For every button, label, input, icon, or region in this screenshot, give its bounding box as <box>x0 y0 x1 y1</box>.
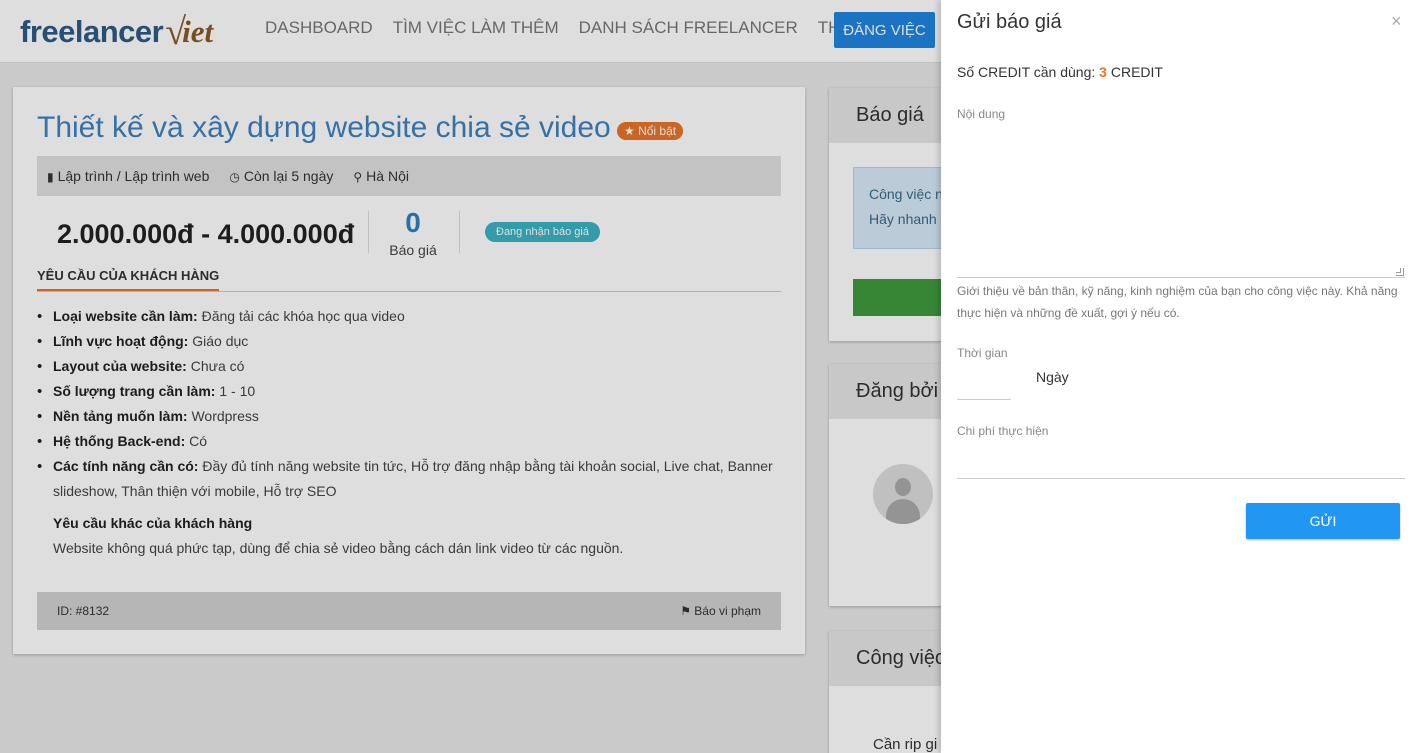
avatar-head-shape <box>895 478 911 496</box>
job-footer: ID: #8132 ⚑ Báo vi phạm <box>37 592 781 630</box>
nav-find-jobs[interactable]: TÌM VIỆC LÀM THÊM <box>393 18 559 38</box>
bid-count-label: Báo giá <box>389 242 437 258</box>
list-item: Hệ thống Back-end: Có <box>37 429 777 454</box>
close-icon[interactable]: × <box>1391 11 1402 31</box>
remaining-text: Còn lại 5 ngày <box>243 168 334 184</box>
job-detail-card: Thiết kế và xây dựng website chia sẻ vid… <box>13 87 805 654</box>
req-value: 1 - 10 <box>219 383 256 399</box>
divider <box>459 211 460 253</box>
report-label: Báo vi phạm <box>694 604 761 618</box>
remaining-meta: ◷ Còn lại 5 ngày <box>229 168 333 184</box>
list-item: Loại website cần làm: Đăng tải các khóa … <box>37 304 777 329</box>
status-badge: Đang nhận báo giá <box>485 222 600 242</box>
main-nav: DASHBOARD TÌM VIỆC LÀM THÊM DANH SÁCH FR… <box>265 18 895 38</box>
req-label: Nền tảng muốn làm: <box>53 408 188 424</box>
send-quote-panel: Gửi báo giá × Số CREDIT cần dùng: 3 CRED… <box>941 0 1419 753</box>
cost-input[interactable] <box>957 446 1405 479</box>
related-job-link[interactable]: Cần rip gi <box>873 736 937 753</box>
credit-prefix: Số CREDIT cần dùng: <box>957 64 1096 80</box>
req-label: Các tính năng cần có: <box>53 458 199 474</box>
location-meta: ⚲ Hà Nội <box>353 168 409 184</box>
list-item: Layout của website: Chưa có <box>37 354 777 379</box>
credit-info: Số CREDIT cần dùng: 3 CREDIT <box>957 64 1163 80</box>
content-label: Nội dung <box>957 107 1006 121</box>
req-value: Giáo dục <box>192 333 249 349</box>
list-item: Lĩnh vực hoạt động: Giáo dục <box>37 329 777 354</box>
category-meta[interactable]: ▮ Lập trình / Lập trình web <box>47 168 209 184</box>
extra-requirements-text: Website không quá phức tạp, dùng để chia… <box>53 540 624 556</box>
req-value: Có <box>189 433 208 449</box>
req-value: Wordpress <box>191 408 259 424</box>
job-id: ID: #8132 <box>57 604 110 618</box>
map-marker-icon: ⚲ <box>353 170 363 184</box>
flag-icon: ⚑ <box>680 604 691 618</box>
req-value: Chưa có <box>190 358 245 374</box>
nav-freelancer-list[interactable]: DANH SÁCH FREELANCER <box>579 18 798 38</box>
req-label: Số lượng trang cần làm: <box>53 383 216 399</box>
featured-badge: ★ Nổi bật <box>617 122 684 140</box>
extra-requirements-title: Yêu cầu khác của khách hàng <box>53 515 253 531</box>
requirements-list: Loại website cần làm: Đăng tải các khóa … <box>37 304 777 504</box>
list-item: Số lượng trang cần làm: 1 - 10 <box>37 379 777 404</box>
time-label: Thời gian <box>957 346 1008 360</box>
report-link[interactable]: ⚑ Báo vi phạm <box>680 604 761 618</box>
content-help-text: Giới thiệu về bản thân, kỹ năng, kinh ng… <box>957 284 1398 320</box>
briefcase-icon: ▮ <box>47 170 54 184</box>
content-textarea[interactable] <box>957 129 1405 278</box>
bid-count: 0 <box>405 207 421 238</box>
credit-suffix: CREDIT <box>1110 64 1163 80</box>
list-item: Các tính năng cần có: Đầy đủ tính năng w… <box>37 454 777 504</box>
cost-label: Chi phí thực hiện <box>957 424 1049 438</box>
time-unit: Ngày <box>1036 369 1069 385</box>
nav-dashboard[interactable]: DASHBOARD <box>265 18 373 38</box>
req-label: Hệ thống Back-end: <box>53 433 186 449</box>
req-value: Đăng tải các khóa học qua video <box>201 308 405 324</box>
star-icon: ★ <box>624 124 639 138</box>
job-title: Thiết kế và xây dựng website chia sẻ vid… <box>37 111 611 144</box>
submit-button[interactable]: GỬI <box>1246 503 1400 539</box>
resize-handle-icon[interactable] <box>1396 268 1404 276</box>
req-label: Loại website cần làm: <box>53 308 198 324</box>
section-divider <box>37 291 781 292</box>
list-item: Nền tảng muốn làm: Wordpress <box>37 404 777 429</box>
credit-value: 3 <box>1099 64 1107 80</box>
avatar[interactable] <box>873 464 933 524</box>
logo-text-freelancer: freelancer <box>20 14 164 49</box>
time-input[interactable] <box>957 366 1011 400</box>
job-meta-bar: ▮ Lập trình / Lập trình web ◷ Còn lại 5 ng… <box>37 156 781 196</box>
clock-icon: ◷ <box>229 170 240 184</box>
category-text: Lập trình / Lập trình web <box>57 168 210 184</box>
req-label: Layout của website: <box>53 358 187 374</box>
location-text: Hà Nội <box>366 168 409 184</box>
req-label: Lĩnh vực hoạt động: <box>53 333 189 349</box>
divider <box>368 211 369 253</box>
post-job-button[interactable]: ĐĂNG VIỆC <box>834 12 935 48</box>
avatar-body-shape <box>886 499 920 524</box>
requirements-heading: YÊU CẦU CỦA KHÁCH HÀNG <box>37 268 220 291</box>
logo-text-iet: iet <box>182 14 214 49</box>
job-budget: 2.000.000đ - 4.000.000đ <box>57 219 355 249</box>
featured-label: Nổi bật <box>638 124 677 138</box>
site-logo[interactable]: freelancer √ iet <box>20 8 213 56</box>
panel-title: Gửi báo giá <box>957 11 1062 33</box>
